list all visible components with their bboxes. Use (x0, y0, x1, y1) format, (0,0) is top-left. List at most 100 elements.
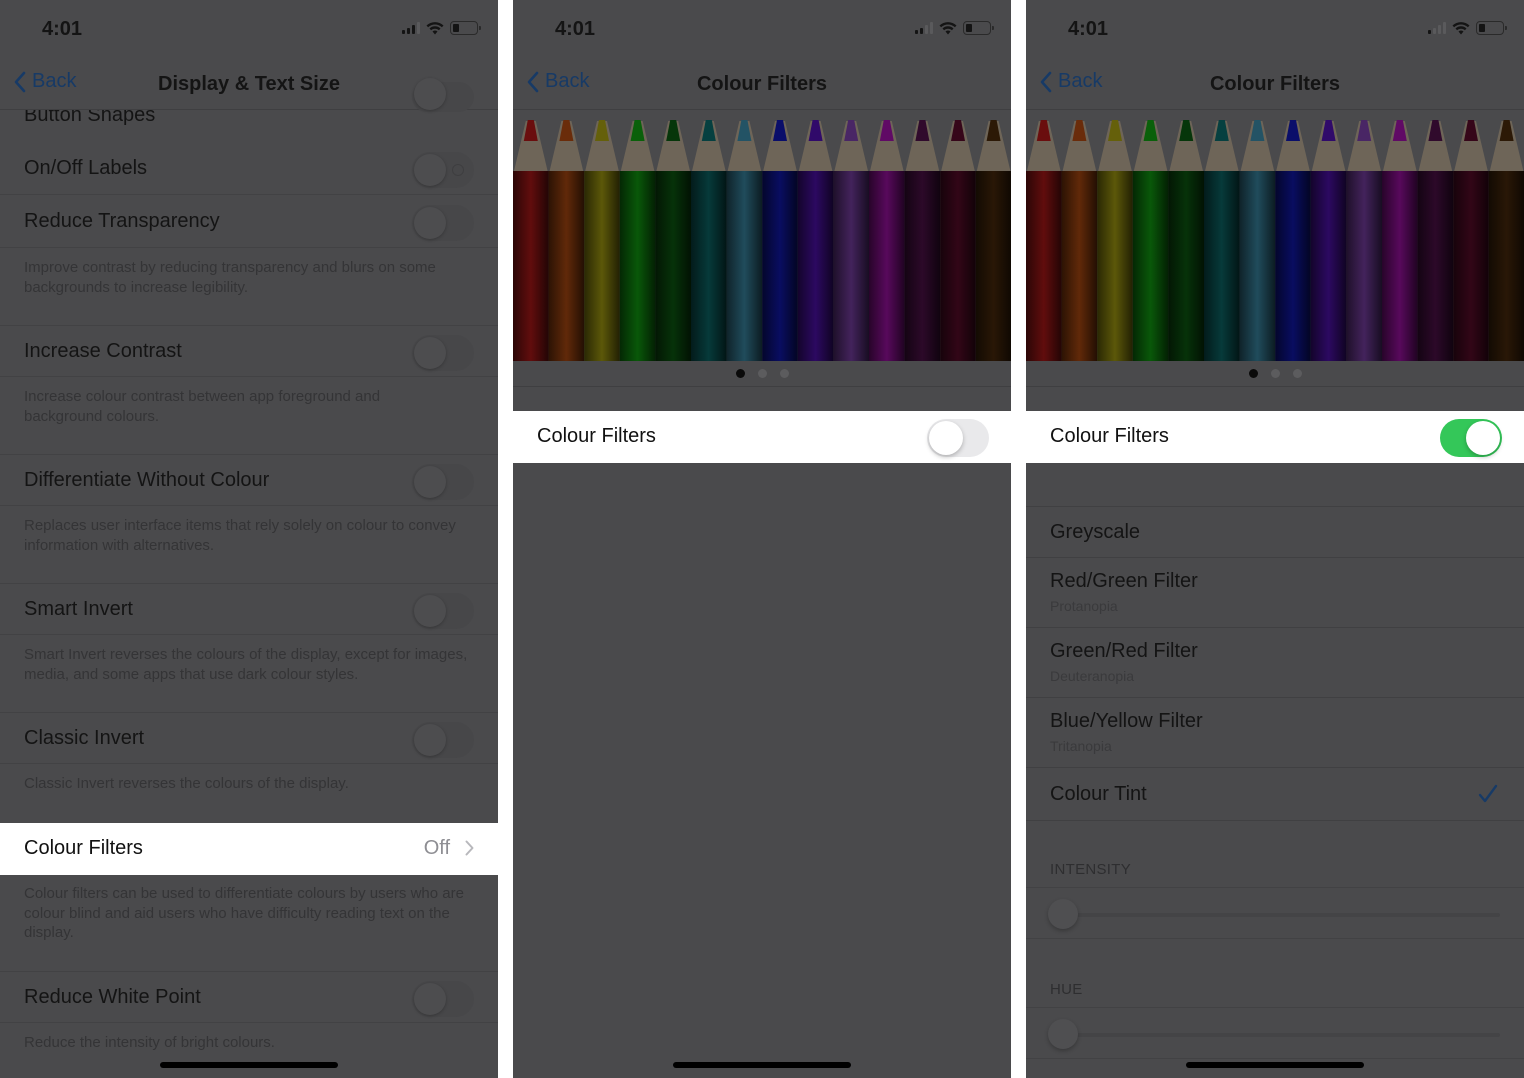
option-label: Red/Green Filter (1050, 570, 1198, 592)
on-off-labels-toggle[interactable] (412, 152, 474, 188)
phone-display-text-size: 4:01 Back Display & Text Size Button Sha… (0, 0, 498, 1078)
hue-slider[interactable] (1026, 1007, 1524, 1059)
differentiate-without-colour-toggle[interactable] (412, 464, 474, 500)
settings-row-smart-invert[interactable]: Smart Invert (0, 583, 498, 635)
cellular-signal-icon (1428, 22, 1446, 34)
home-indicator[interactable] (673, 1062, 851, 1068)
row-label: Reduce Transparency (24, 210, 220, 232)
option-subtitle: Protanopia (1050, 598, 1118, 614)
smart-invert-footer: Smart Invert reverses the colours of the… (24, 646, 468, 683)
colour-filters-toggle-row[interactable]: Colour Filters (1026, 411, 1524, 463)
pencil (691, 120, 727, 361)
option-label: Greyscale (1050, 521, 1141, 543)
row-label: Colour Filters (24, 837, 143, 859)
increase-contrast-footer: Increase colour contrast between app for… (24, 388, 381, 425)
pencil (1382, 120, 1418, 361)
filter-option-green-red[interactable]: Green/Red Filter Deuteranopia (1026, 628, 1524, 698)
home-indicator[interactable] (160, 1062, 338, 1068)
colour-filters-toggle[interactable] (927, 419, 989, 457)
colour-filters-value: Off (423, 837, 450, 859)
settings-row-classic-invert[interactable]: Classic Invert (0, 712, 498, 764)
page-title: Colour Filters (696, 73, 827, 95)
filter-option-red-green[interactable]: Red/Green Filter Protanopia (1026, 558, 1524, 628)
status-bar: 4:01 (513, 0, 1011, 60)
slider-track (1062, 913, 1500, 917)
page-dot-3[interactable] (1292, 369, 1302, 378)
phone-colour-filters-off: 4:01 Back Colour Filters Colour Filters (513, 0, 1011, 1078)
classic-invert-toggle[interactable] (412, 722, 474, 758)
settings-row-increase-contrast[interactable]: Increase Contrast (0, 325, 498, 377)
pencils-preview-image[interactable] (1026, 111, 1524, 361)
navigation-bar: Back Colour Filters (513, 60, 1011, 110)
hue-header: HUE (1050, 981, 1083, 998)
reduce-transparency-toggle[interactable] (412, 205, 474, 241)
chevron-right-icon (465, 840, 474, 856)
filter-option-colour-tint[interactable]: Colour Tint (1026, 768, 1524, 821)
status-icons (402, 21, 481, 35)
status-time: 4:01 (1068, 18, 1109, 40)
battery-icon (1476, 21, 1507, 35)
row-label: Colour Filters (1050, 425, 1169, 447)
pencil (584, 120, 620, 361)
pencil (1417, 120, 1454, 361)
settings-row-on-off-labels[interactable]: On/Off Labels (0, 143, 498, 195)
row-label: Button Shapes (24, 104, 156, 126)
smart-invert-toggle[interactable] (412, 593, 474, 629)
pencil (869, 120, 905, 361)
page-dot-1[interactable] (1248, 369, 1258, 378)
pencil (1488, 120, 1524, 361)
cellular-signal-icon (915, 22, 933, 34)
slider-track (1062, 1033, 1500, 1037)
colour-filters-toggle[interactable] (1440, 419, 1502, 457)
option-subtitle: Deuteranopia (1050, 668, 1135, 684)
slider-thumb[interactable] (1048, 899, 1078, 929)
page-control[interactable] (513, 361, 1011, 387)
page-dot-2[interactable] (1270, 369, 1280, 378)
home-indicator[interactable] (1186, 1062, 1364, 1068)
page-dot-2[interactable] (757, 369, 767, 378)
page-dot-3[interactable] (779, 369, 789, 378)
button-shapes-toggle[interactable] (412, 78, 474, 112)
settings-row-differentiate-without-colour[interactable]: Differentiate Without Colour (0, 454, 498, 506)
pencil (1310, 120, 1347, 361)
pencil (940, 120, 976, 361)
wifi-icon (939, 21, 957, 35)
colour-filters-toggle-row[interactable]: Colour Filters (513, 411, 1011, 463)
status-icons (1428, 21, 1507, 35)
pencils-preview-image[interactable] (513, 111, 1011, 361)
slider-thumb[interactable] (1048, 1019, 1078, 1049)
pencil (762, 120, 798, 361)
pencil (655, 120, 691, 361)
row-label: Reduce White Point (24, 986, 201, 1008)
filter-option-blue-yellow[interactable]: Blue/Yellow Filter Tritanopia (1026, 698, 1524, 768)
pencil (548, 120, 585, 361)
phone-colour-filters-on: 4:01 Back Colour Filters Colour Filters … (1026, 0, 1524, 1078)
row-label: Colour Filters (537, 425, 656, 447)
pencil (975, 120, 1011, 361)
pencil (797, 120, 834, 361)
intensity-slider[interactable] (1026, 887, 1524, 939)
settings-row-reduce-white-point[interactable]: Reduce White Point (0, 971, 498, 1023)
pencil (619, 120, 656, 361)
reduce-white-point-toggle[interactable] (412, 981, 474, 1017)
reduce-transparency-footer: Improve contrast by reducing transparenc… (24, 259, 436, 296)
filter-option-greyscale[interactable]: Greyscale (1026, 506, 1524, 558)
colour-filters-row[interactable]: Colour Filters Off (0, 823, 498, 875)
row-label: Smart Invert (24, 598, 133, 620)
pencil (904, 120, 941, 361)
battery-icon (450, 21, 481, 35)
settings-row-reduce-transparency[interactable]: Reduce Transparency (0, 196, 498, 248)
pencil (1346, 120, 1382, 361)
pencil (1239, 120, 1276, 361)
increase-contrast-toggle[interactable] (412, 335, 474, 371)
checkmark-icon (1478, 784, 1498, 803)
status-icons (915, 21, 994, 35)
pencil (726, 120, 763, 361)
status-time: 4:01 (555, 18, 596, 40)
page-dot-1[interactable] (735, 369, 745, 378)
page-control[interactable] (1026, 361, 1524, 387)
wifi-icon (426, 21, 444, 35)
pencil (1204, 120, 1240, 361)
classic-invert-footer: Classic Invert reverses the colours of t… (24, 775, 349, 792)
pencil (1168, 120, 1204, 361)
